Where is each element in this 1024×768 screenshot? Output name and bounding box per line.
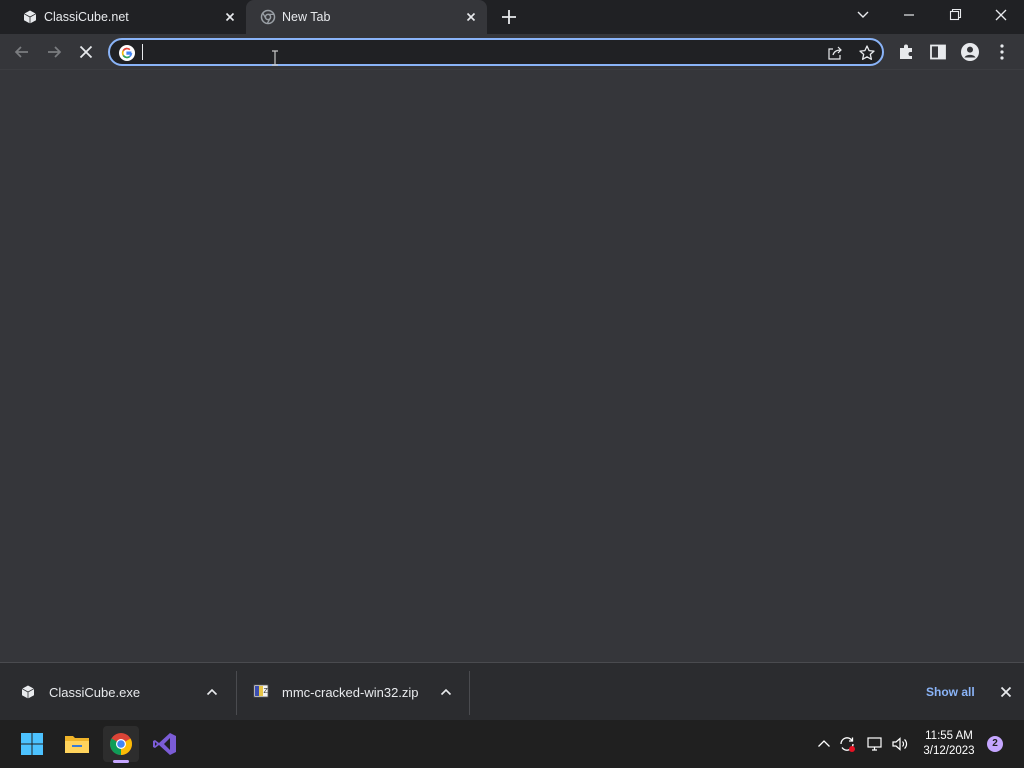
google-g-icon	[119, 45, 135, 61]
start-button[interactable]	[14, 726, 50, 762]
tab-new-tab[interactable]: New Tab	[246, 0, 487, 34]
visual-studio-icon	[153, 733, 176, 755]
tab-title: ClassiCube.net	[44, 10, 129, 24]
cube-icon	[21, 685, 35, 699]
chevron-up-icon[interactable]	[815, 735, 833, 753]
tab-search-chevron-icon[interactable]	[849, 4, 877, 26]
text-caret	[142, 44, 143, 60]
address-input[interactable]	[140, 42, 810, 62]
text-cursor-icon	[272, 50, 278, 66]
page-content-area	[0, 70, 1024, 662]
taskbar-file-explorer[interactable]	[59, 726, 95, 762]
cube-icon	[23, 10, 37, 24]
show-all-downloads-button[interactable]: Show all	[926, 685, 975, 699]
more-menu-icon[interactable]	[991, 41, 1013, 63]
notification-badge[interactable]: 2	[987, 736, 1003, 752]
chevron-up-icon[interactable]	[205, 685, 219, 699]
taskbar-clock[interactable]: 11:55 AM 3/12/2023	[918, 729, 980, 759]
forward-arrow-icon[interactable]	[43, 41, 65, 63]
side-panel-icon[interactable]	[927, 41, 949, 63]
stop-loading-icon[interactable]	[75, 41, 97, 63]
chrome-icon	[110, 733, 132, 755]
download-item[interactable]: ClassiCube.exe	[0, 663, 236, 721]
tab-title: New Tab	[282, 10, 331, 24]
back-arrow-icon[interactable]	[11, 41, 33, 63]
download-item[interactable]: Z mmc-cracked-win32.zip	[237, 663, 469, 721]
folder-icon	[65, 736, 89, 753]
windows-logo-icon	[21, 733, 43, 755]
zip-archive-icon: Z	[253, 684, 269, 698]
volume-icon[interactable]	[891, 735, 909, 753]
new-tab-plus-icon[interactable]	[499, 7, 519, 27]
chevron-up-icon[interactable]	[439, 685, 453, 699]
chrome-newtab-icon	[260, 9, 276, 25]
active-app-indicator	[113, 760, 129, 763]
svg-text:Z: Z	[264, 688, 269, 695]
clock-date: 3/12/2023	[923, 745, 975, 757]
download-separator	[469, 671, 470, 715]
taskbar-chrome[interactable]	[103, 726, 139, 762]
clock-time: 11:55 AM	[925, 730, 973, 742]
close-icon[interactable]	[222, 9, 238, 25]
minimize-icon[interactable]	[895, 4, 923, 26]
windows-taskbar: 11:55 AM 3/12/2023 2	[0, 720, 1024, 768]
close-icon[interactable]	[999, 685, 1013, 699]
download-filename: ClassiCube.exe	[49, 685, 141, 700]
profile-avatar-icon[interactable]	[959, 41, 981, 63]
extensions-puzzle-icon[interactable]	[895, 41, 917, 63]
browser-toolbar	[0, 34, 1024, 70]
share-icon[interactable]	[826, 44, 844, 62]
address-bar[interactable]	[108, 38, 884, 66]
tab-strip: ClassiCube.net New Tab	[0, 0, 1024, 34]
bookmark-star-icon[interactable]	[858, 44, 876, 62]
sync-icon[interactable]	[838, 735, 856, 753]
download-shelf: ClassiCube.exe Z mmc-cracked-win32.zip S…	[0, 662, 1024, 720]
download-filename: mmc-cracked-win32.zip	[282, 685, 419, 700]
restore-icon[interactable]	[941, 4, 969, 26]
tab-classicube[interactable]: ClassiCube.net	[8, 0, 246, 34]
close-icon[interactable]	[463, 9, 479, 25]
window-close-icon[interactable]	[987, 4, 1015, 26]
taskbar-visual-studio[interactable]	[147, 726, 183, 762]
network-icon[interactable]	[866, 735, 884, 753]
